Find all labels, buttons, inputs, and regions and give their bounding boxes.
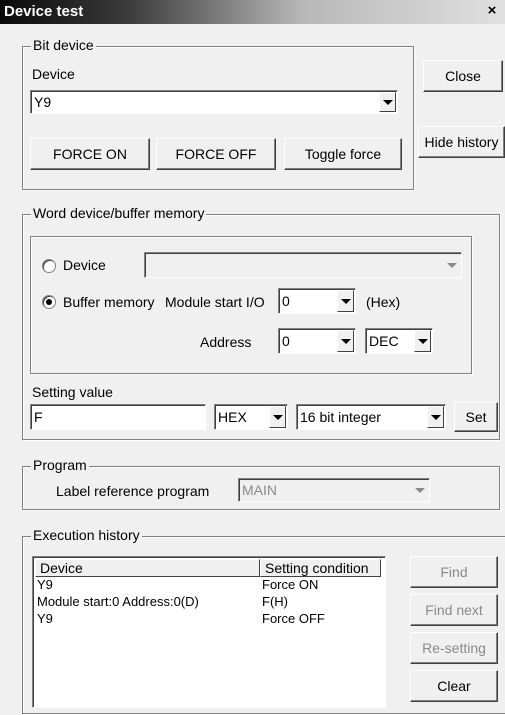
device-label: Device [32, 66, 75, 82]
buffer-memory-radio[interactable] [42, 295, 56, 309]
history-column-device[interactable]: Device [35, 559, 260, 577]
device-radio-label: Device [63, 257, 106, 273]
setting-format-value: HEX [218, 409, 247, 425]
chevron-down-icon[interactable] [414, 330, 431, 352]
hex-label: (Hex) [366, 294, 401, 310]
label-reference-program-label: Label reference program [56, 483, 210, 499]
device-test-window: Device test × Bit device Device Y9 FORCE… [0, 0, 505, 715]
resetting-button[interactable]: Re-setting [410, 632, 498, 664]
word-device-legend: Word device/buffer memory [31, 205, 207, 221]
word-device-select[interactable] [144, 252, 462, 278]
device-radio[interactable] [42, 259, 56, 273]
setting-type-value: 16 bit integer [300, 409, 381, 425]
address-format-value: DEC [369, 333, 399, 349]
history-column-condition[interactable]: Setting condition [260, 559, 381, 577]
address-select[interactable]: 0 [278, 328, 356, 354]
module-start-label: Module start I/O [165, 294, 265, 310]
close-button[interactable]: Close [423, 60, 503, 92]
address-value: 0 [282, 333, 290, 349]
setting-value-label: Setting value [32, 384, 113, 400]
history-device-cell: Y9 [37, 611, 53, 626]
buffer-memory-label: Buffer memory [63, 294, 155, 310]
address-label: Address [200, 334, 252, 350]
clear-button[interactable]: Clear [410, 670, 498, 702]
bit-device-value: Y9 [34, 94, 52, 110]
chevron-down-icon[interactable] [337, 290, 354, 312]
force-on-button[interactable]: FORCE ON [30, 138, 150, 170]
bit-device-select[interactable]: Y9 [30, 90, 398, 114]
chevron-down-icon[interactable] [411, 480, 428, 500]
chevron-down-icon[interactable] [379, 92, 396, 112]
history-condition-cell: Force ON [262, 577, 319, 592]
execution-history-legend: Execution history [31, 527, 142, 543]
bit-device-legend: Bit device [31, 37, 96, 53]
chevron-down-icon[interactable] [443, 254, 460, 276]
window-title: Device test [4, 3, 84, 20]
setting-format-select[interactable]: HEX [214, 404, 288, 430]
find-next-button[interactable]: Find next [410, 594, 498, 626]
title-bar[interactable]: Device test × [0, 0, 505, 24]
chevron-down-icon[interactable] [269, 406, 286, 428]
hide-history-button[interactable]: Hide history [418, 126, 505, 158]
history-device-cell: Module start:0 Address:0(D) [37, 594, 199, 609]
address-format-select[interactable]: DEC [365, 328, 433, 354]
chevron-down-icon[interactable] [427, 406, 444, 428]
label-reference-program-select[interactable]: MAIN [238, 478, 430, 502]
history-list[interactable]: Device Setting condition Y9 Force ON Mod… [32, 556, 386, 708]
history-device-cell: Y9 [37, 577, 53, 592]
close-icon[interactable]: × [483, 2, 501, 20]
module-start-select[interactable]: 0 [278, 288, 356, 314]
find-button[interactable]: Find [410, 556, 498, 588]
setting-type-select[interactable]: 16 bit integer [296, 404, 446, 430]
toggle-force-button[interactable]: Toggle force [284, 138, 402, 170]
setting-value-text: F [34, 409, 43, 425]
history-condition-cell: F(H) [262, 594, 288, 609]
force-off-button[interactable]: FORCE OFF [156, 138, 276, 170]
set-button[interactable]: Set [454, 402, 498, 432]
label-reference-program-value: MAIN [242, 482, 277, 498]
setting-value-input[interactable]: F [30, 404, 206, 430]
module-start-value: 0 [282, 293, 290, 309]
program-legend: Program [31, 457, 89, 473]
history-condition-cell: Force OFF [262, 611, 325, 626]
chevron-down-icon[interactable] [337, 330, 354, 352]
